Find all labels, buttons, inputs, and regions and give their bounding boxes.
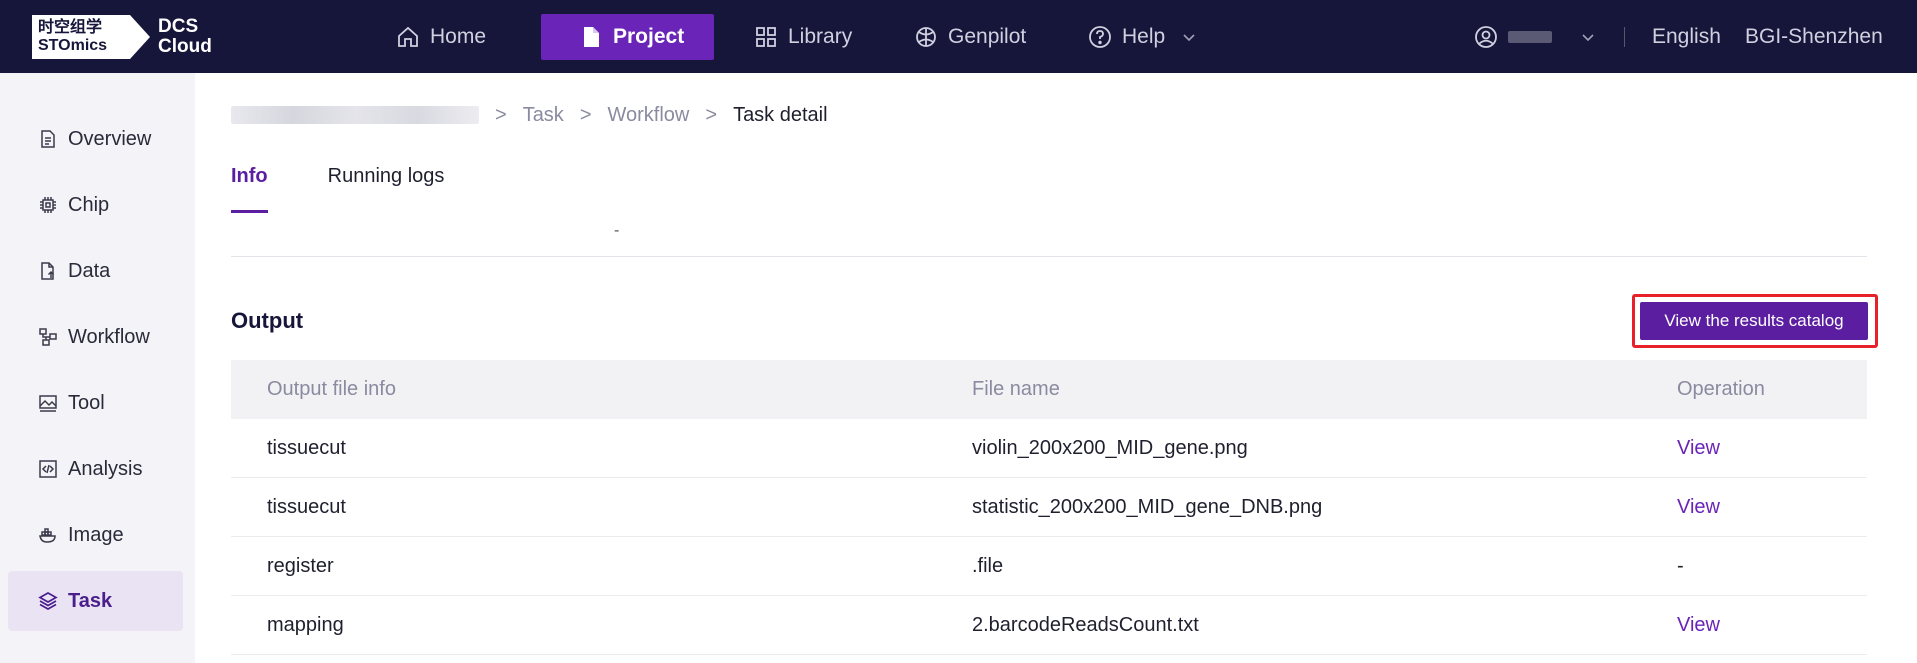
brand-logo[interactable]: 时空组学 STOmics DCS Cloud [32,15,212,59]
breadcrumb-task[interactable]: Task [523,104,564,127]
detail-tabs: Info Running logs [231,165,504,213]
logo-mark: 时空组学 STOmics [32,15,130,59]
column-header-file-name: File name [972,378,1060,400]
nav-project[interactable]: Project [541,14,715,60]
file-upload-icon [41,262,55,280]
nav-project-label: Project [613,25,685,48]
language-label: English [1652,25,1721,48]
breadcrumb-workflow[interactable]: Workflow [608,104,690,127]
output-table: Output file info File name Operation tis… [231,360,1867,655]
sidebar-item-label: Image [68,523,124,546]
docker-icon [39,528,56,543]
view-link[interactable]: View [1677,496,1720,518]
breadcrumb-separator: > [579,103,592,126]
breadcrumb-separator: > [495,103,507,126]
layers-icon [38,592,58,610]
view-link[interactable]: View [1677,437,1720,459]
logo-arrow-shape [130,15,150,59]
cell-file-name: 2.barcodeReadsCount.txt [972,613,1199,636]
cell-output-info: register [267,554,334,577]
nav-divider [1624,27,1625,47]
product-name: DCS Cloud [158,17,212,57]
sidebar-item-data[interactable]: Data [8,241,183,301]
sidebar-item-chip[interactable]: Chip [8,175,183,235]
file-icon [584,27,599,47]
sidebar-item-workflow[interactable]: Workflow [8,307,183,367]
logo-en: STOmics [38,37,108,54]
user-avatar-icon [1475,26,1497,48]
sidebar-item-tool[interactable]: Tool [8,373,183,433]
table-row: register .file - [231,537,1867,596]
cell-output-info: tissuecut [267,495,346,518]
output-section-title: Output [231,308,304,333]
sidebar: Overview Chip Data Workflow Tool Analysi… [0,73,195,663]
home-icon [398,26,418,47]
nav-genpilot-label: Genpilot [948,25,1027,48]
product-line-2: Cloud [158,36,212,57]
nav-library[interactable]: Library [754,14,852,60]
breadcrumb-separator: > [705,103,718,126]
code-icon [39,460,57,478]
sidebar-item-label: Overview [68,127,152,150]
cell-file-name: statistic_200x200_MID_gene_DNB.png [972,495,1323,518]
sidebar-item-label: Analysis [68,457,143,480]
breadcrumb: > Task > Workflow > Task detail [231,100,828,130]
nav-home[interactable]: Home [396,14,486,60]
view-results-catalog-button[interactable]: View the results catalog [1640,302,1868,340]
table-row: mapping 2.barcodeReadsCount.txt View [231,596,1867,655]
cell-file-name: violin_200x200_MID_gene.png [972,436,1248,459]
product-line-1: DCS [158,16,199,37]
breadcrumb-current: Task detail [733,103,828,126]
nav-library-label: Library [788,25,853,48]
nav-home-label: Home [430,25,487,48]
chevron-down-icon [1183,34,1195,42]
sidebar-item-label: Task [68,589,113,612]
table-row: tissuecut violin_200x200_MID_gene.png Vi… [231,419,1867,478]
cell-output-info: mapping [267,613,344,636]
workflow-icon [39,328,57,346]
region-label: BGI-Shenzhen [1745,25,1883,48]
logo-cn: 时空组学 [38,19,103,36]
chevron-down-icon [1582,34,1594,42]
sidebar-item-label: Tool [68,391,105,414]
section-divider [231,256,1867,257]
globe-icon [916,27,936,47]
grid-icon [756,27,776,47]
cell-operation-none: - [1677,554,1684,577]
sidebar-item-analysis[interactable]: Analysis [8,439,183,499]
sidebar-item-overview[interactable]: Overview [8,109,183,169]
top-navigation-bar: 时空组学 STOmics DCS Cloud Home Project Libr… [0,0,1917,73]
sidebar-item-label: Chip [68,193,110,216]
table-header: Output file info File name Operation [231,360,1867,419]
column-header-operation: Operation [1677,378,1765,400]
nav-help-label: Help [1122,25,1166,48]
user-menu[interactable] [1474,14,1596,60]
region-switch[interactable]: BGI-Shenzhen [1745,14,1883,60]
breadcrumb-project-redacted[interactable] [231,106,479,124]
column-header-output-file-info: Output file info [267,378,396,400]
cell-output-info: tissuecut [267,436,346,459]
sidebar-item-label: Workflow [68,325,150,348]
tab-info[interactable]: Info [231,165,268,213]
help-circle-icon [1089,26,1111,48]
nav-genpilot[interactable]: Genpilot [914,14,1026,60]
cell-file-name: .file [972,554,1004,577]
table-row: tissuecut statistic_200x200_MID_gene_DNB… [231,478,1867,537]
image-tool-icon [39,395,57,412]
chip-icon [40,197,56,213]
document-icon [41,130,55,148]
sidebar-item-label: Data [68,259,111,282]
info-value-dash: - [614,222,620,239]
tab-running-logs[interactable]: Running logs [328,165,445,213]
language-switch[interactable]: English [1652,14,1721,60]
sidebar-item-task[interactable]: Task [8,571,183,631]
nav-help[interactable]: Help [1088,14,1197,60]
sidebar-item-image[interactable]: Image [8,505,183,565]
username-redacted [1508,31,1552,43]
view-link[interactable]: View [1677,614,1720,636]
